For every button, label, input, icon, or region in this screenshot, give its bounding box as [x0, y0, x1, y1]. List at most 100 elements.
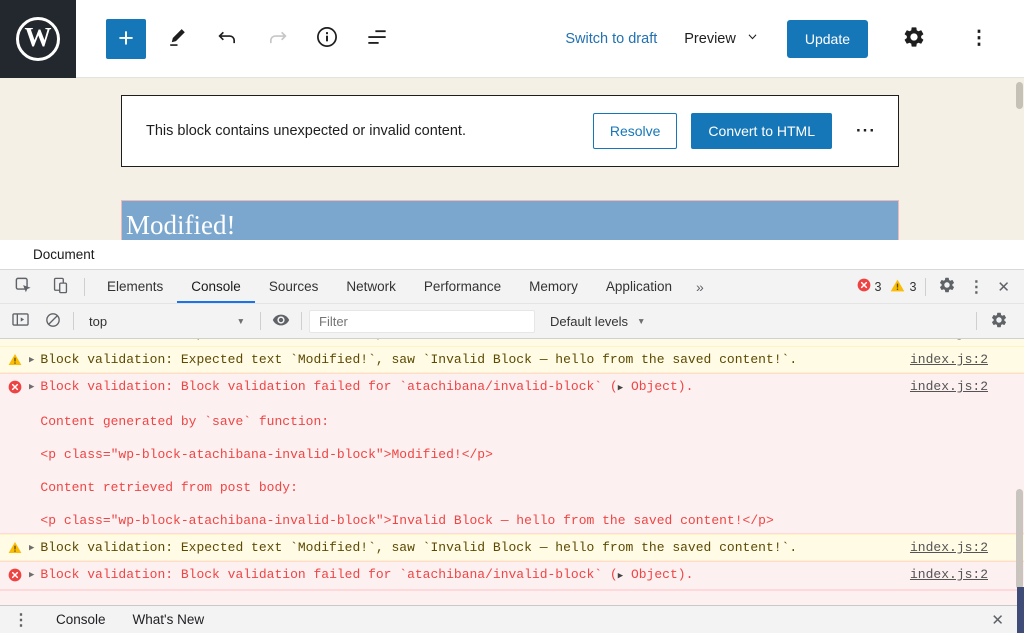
plus-icon: + [118, 25, 134, 52]
block-text: Modified! [126, 210, 235, 240]
convert-to-html-button[interactable]: Convert to HTML [691, 113, 832, 149]
redo-button[interactable] [258, 20, 296, 58]
object-label[interactable]: Object [631, 567, 678, 582]
warning-count-badge[interactable]: 3 [890, 279, 916, 295]
console-sidebar-button[interactable] [7, 308, 33, 334]
devtools-panel: Document Elements Console Sources Ne [0, 240, 1024, 633]
update-button[interactable]: Update [787, 20, 868, 58]
console-message-text: Block validation: Expected text `Modifie… [40, 351, 896, 368]
pencil-icon [165, 25, 190, 53]
clear-console-button[interactable] [40, 308, 66, 334]
expand-arrow-icon[interactable]: ▶ [29, 355, 34, 365]
console-toolbar-right [976, 309, 1017, 333]
console-filter-input[interactable] [309, 310, 535, 333]
source-link[interactable]: index.js:2 [910, 351, 988, 368]
console-error-line: Block validation: Block validation faile… [40, 566, 896, 585]
devtools-window-titlebar: Document [0, 240, 1024, 270]
log-levels-selector[interactable]: Default levels ▼ [550, 314, 645, 329]
devtools-settings-button[interactable] [935, 275, 959, 299]
inspect-element-button[interactable] [10, 274, 36, 300]
tab-memory[interactable]: Memory [515, 270, 592, 303]
screen: W + [0, 0, 1024, 633]
preview-label: Preview [684, 31, 736, 47]
tab-elements[interactable]: Elements [93, 270, 177, 303]
warning-icon [8, 339, 22, 340]
warning-icon [8, 541, 22, 554]
redo-arrow-icon [265, 25, 290, 53]
expand-arrow-icon[interactable]: ▶ [29, 543, 34, 553]
object-label[interactable]: Object [631, 379, 678, 394]
list-view-icon [364, 24, 390, 53]
console-message-text: Block validation: Block validation faile… [40, 379, 617, 394]
add-block-button[interactable]: + [106, 19, 146, 59]
console-settings-button[interactable] [987, 309, 1011, 333]
notice-text: This block contains unexpected or invali… [146, 123, 579, 139]
tab-performance[interactable]: Performance [410, 270, 515, 303]
notice-more-button[interactable]: ··· [846, 121, 886, 141]
device-toolbar-button[interactable] [47, 274, 73, 300]
options-menu-button[interactable]: ⋮ [960, 20, 998, 58]
drawer-tab-whats-new[interactable]: What's New [133, 612, 205, 627]
context-selector[interactable]: top ▼ [81, 311, 253, 332]
tab-network[interactable]: Network [332, 270, 410, 303]
tab-application[interactable]: Application [592, 270, 686, 303]
expand-arrow-icon[interactable]: ▶ [29, 570, 34, 580]
divider [84, 278, 85, 296]
drawer-close-button[interactable]: ✕ [987, 609, 1008, 631]
divider [925, 278, 926, 296]
devtools-menu-button[interactable]: ⋮ [968, 277, 984, 297]
expand-arrow-icon[interactable]: ▶ [29, 382, 34, 392]
devtools-right-controls: 3 3 ⋮ ✕ [857, 270, 1024, 303]
info-icon [314, 24, 340, 53]
more-tabs-button[interactable]: » [686, 270, 714, 303]
object-expand-icon[interactable]: ▶ [618, 383, 623, 393]
error-count-badge[interactable]: 3 [857, 278, 882, 295]
object-expand-icon[interactable]: ▶ [618, 571, 623, 581]
console-message-text: Block validation: Expected text `Modifie… [40, 539, 896, 556]
invalid-paragraph-block[interactable]: Modified! [121, 200, 899, 240]
drawer-tab-console[interactable]: Console [56, 612, 106, 627]
more-vertical-icon: ⋮ [13, 612, 29, 629]
switch-to-draft-button[interactable]: Switch to draft [565, 31, 657, 47]
preview-button[interactable]: Preview [684, 30, 760, 47]
undo-button[interactable] [208, 20, 246, 58]
editor-scrollbar-thumb[interactable] [1016, 82, 1023, 109]
details-button[interactable] [308, 20, 346, 58]
error-count: 3 [875, 280, 882, 294]
editor-toolbar: + [76, 19, 396, 59]
warning-icon [890, 279, 905, 295]
source-link[interactable]: index.js:2 [910, 539, 988, 556]
warning-count: 3 [909, 280, 916, 294]
drawer-menu-button[interactable]: ⋮ [13, 610, 29, 630]
clipped-console-row: ▶ Block validation: Expected text `Modif… [0, 339, 1024, 346]
divider [976, 312, 977, 330]
console-scrollbar-thumb[interactable] [1016, 489, 1023, 589]
edit-mode-button[interactable] [158, 20, 196, 58]
window-edge-artifact [1017, 587, 1024, 633]
list-view-button[interactable] [358, 20, 396, 58]
tab-sources[interactable]: Sources [255, 270, 333, 303]
console-message-text: Block validation: Expected text `Modifie… [40, 339, 896, 342]
console-message-text-end: ). [678, 567, 694, 582]
divider [73, 312, 74, 330]
console-warning-row: ▶ Block validation: Expected text `Modif… [0, 534, 1024, 561]
devtools-close-button[interactable]: ✕ [993, 276, 1014, 298]
console-error-body: Block validation: Block validation faile… [40, 378, 896, 529]
invalid-content-notice: This block contains unexpected or invali… [121, 95, 899, 167]
source-link[interactable]: index.js:2 [910, 378, 988, 395]
wordpress-logo[interactable]: W [0, 0, 76, 78]
chevron-double-icon: » [696, 279, 704, 295]
resolve-button[interactable]: Resolve [593, 113, 678, 149]
settings-button[interactable] [895, 20, 933, 58]
editor-canvas: This block contains unexpected or invali… [0, 78, 1024, 240]
clipped-console-row: Content generated by `save` function: [0, 590, 1024, 605]
tab-console[interactable]: Console [177, 270, 255, 303]
live-expression-button[interactable] [268, 308, 294, 334]
source-link[interactable]: index.js:2 [910, 339, 988, 342]
source-link[interactable]: index.js:2 [910, 566, 988, 583]
undo-arrow-icon [215, 25, 240, 53]
console-error-body: Block validation: Block validation faile… [40, 566, 896, 585]
console-warning-row: ▶ Block validation: Expected text `Modif… [0, 346, 1024, 373]
error-icon [8, 380, 22, 394]
eye-icon [271, 310, 291, 333]
